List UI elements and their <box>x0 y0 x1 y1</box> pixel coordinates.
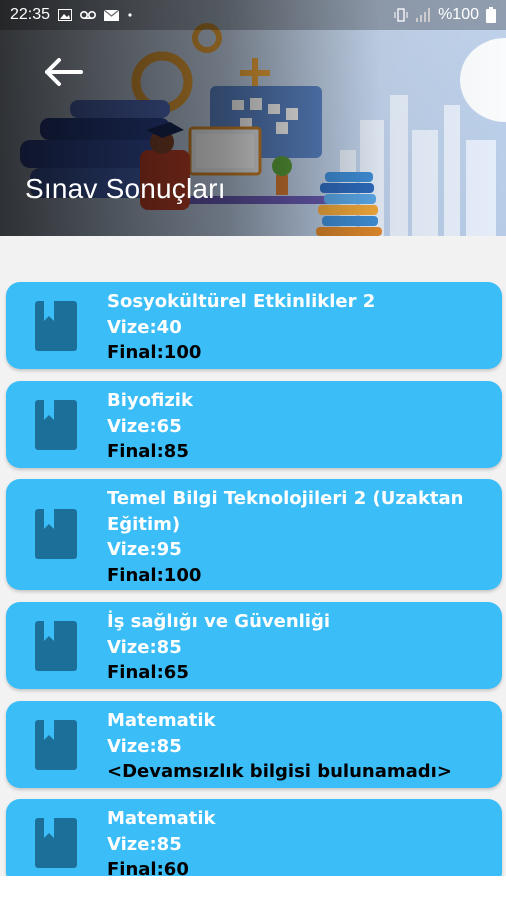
header: 22:35 %100 Sınav Sonuçları <box>0 0 506 236</box>
image-icon <box>58 9 73 21</box>
result-card[interactable]: Sosyokültürel Etkinlikler 2 Vize:40 Fina… <box>6 282 502 369</box>
vibrate-icon <box>394 8 408 22</box>
signal-icon <box>415 8 431 22</box>
midterm-score: Vize:65 <box>107 415 182 437</box>
midterm-score: Vize:95 <box>107 539 182 560</box>
course-name: Temel Bilgi Teknolojileri 2 (Uzaktan Eği… <box>107 488 464 535</box>
results-list: Sosyokültürel Etkinlikler 2 Vize:40 Fina… <box>0 236 506 876</box>
midterm-score: Vize:85 <box>107 833 182 855</box>
midterm-score: Vize:85 <box>107 636 182 658</box>
book-icon <box>35 818 77 868</box>
back-button[interactable] <box>40 52 86 92</box>
result-card[interactable]: Temel Bilgi Teknolojileri 2 (Uzaktan Eği… <box>6 479 502 590</box>
book-icon <box>35 509 77 559</box>
status-bar: 22:35 %100 <box>0 0 506 30</box>
final-score: Final:65 <box>107 662 189 683</box>
dot-icon <box>127 12 133 18</box>
course-name: Matematik <box>107 808 216 829</box>
final-score: Final:100 <box>107 564 202 586</box>
midterm-score: Vize:40 <box>107 316 182 338</box>
voicemail-icon <box>80 10 97 20</box>
final-score: Final:60 <box>107 859 189 876</box>
mail-icon <box>104 9 120 21</box>
book-icon <box>35 720 77 770</box>
result-card[interactable]: İş sağlığı ve Güvenliği Vize:85 Final:65 <box>6 602 502 689</box>
result-card[interactable]: Matematik Vize:85 Final:60 <box>6 799 502 876</box>
status-time: 22:35 <box>10 6 51 23</box>
book-icon <box>35 621 77 671</box>
book-icon <box>35 301 77 351</box>
attendance-note: <Devamsızlık bilgisi bulunamadı> <box>107 761 452 782</box>
battery-icon <box>486 7 496 23</box>
course-name: Biyofizik <box>107 390 193 411</box>
book-icon <box>35 400 77 450</box>
page-title: Sınav Sonuçları <box>25 173 226 204</box>
course-name: Sosyokültürel Etkinlikler 2 <box>107 291 376 312</box>
arrow-left-icon <box>45 58 83 86</box>
midterm-score: Vize:85 <box>107 735 182 757</box>
final-score: Final:100 <box>107 342 202 363</box>
course-name: Matematik <box>107 710 216 731</box>
result-card[interactable]: Biyofizik Vize:65 Final:85 <box>6 381 502 468</box>
course-name: İş sağlığı ve Güvenliği <box>107 611 331 632</box>
battery-percent: %100 <box>438 6 479 23</box>
final-score: Final:85 <box>107 441 189 462</box>
bottom-bar <box>0 876 506 900</box>
result-card[interactable]: Matematik Vize:85 <Devamsızlık bilgisi b… <box>6 701 502 788</box>
